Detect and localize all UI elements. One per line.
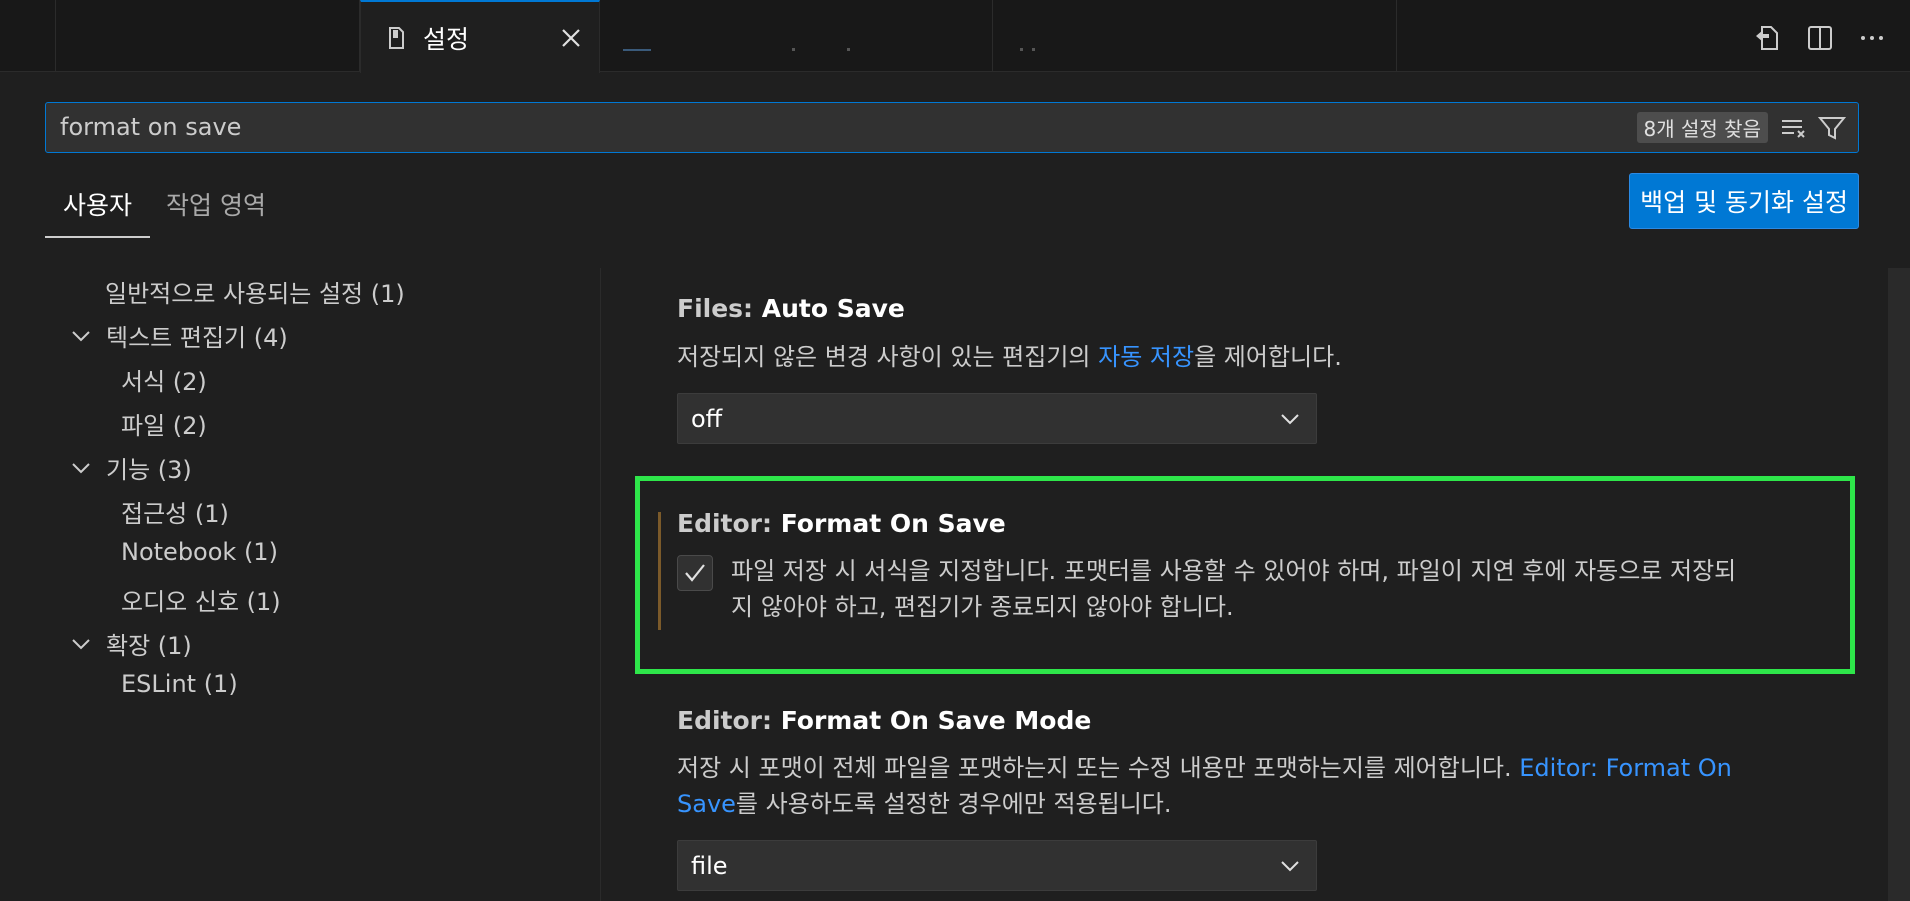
toc-item-label: 접근성 (1)	[121, 500, 229, 528]
modified-indicator	[658, 512, 661, 630]
setting-desc-text: 을 제어합니다.	[1194, 343, 1342, 371]
chevron-down-icon[interactable]	[70, 633, 92, 655]
toc-item[interactable]: 오디오 신호 (1)	[121, 582, 281, 617]
search-input[interactable]	[58, 103, 1608, 151]
toc-item[interactable]: ESLint (1)	[121, 670, 238, 698]
setting-name: Format On Save	[780, 509, 1006, 538]
setting-name: Format On Save Mode	[780, 706, 1092, 735]
toc-item[interactable]: 일반적으로 사용되는 설정 (1)	[105, 274, 405, 309]
tab-label-fragment	[1020, 48, 1023, 51]
chevron-down-icon[interactable]	[70, 325, 92, 347]
setting-title-format-on-save-mode: Editor: Format On Save Mode	[677, 706, 1091, 735]
auto-save-select[interactable]: off	[677, 393, 1317, 444]
open-file-icon[interactable]	[1752, 22, 1784, 54]
tab-slot[interactable]	[993, 0, 1397, 72]
setting-desc-format-on-save-mode: 저장 시 포맷이 전체 파일을 포맷하는지 또는 수정 내용만 포맷하는지를 제…	[677, 750, 1732, 822]
setting-title-format-on-save: Editor: Format On Save	[677, 509, 1006, 538]
toc-item[interactable]: 접근성 (1)	[121, 494, 229, 529]
toc-item[interactable]: 기능 (3)	[70, 450, 192, 485]
toc-item-label: 확장 (1)	[106, 632, 192, 660]
tab-slot	[0, 0, 56, 72]
setting-category: Editor:	[677, 509, 781, 538]
filter-icon[interactable]	[1817, 115, 1847, 141]
format-on-save-link[interactable]: Editor: Format On	[1519, 754, 1732, 782]
auto-save-link[interactable]: 자동 저장	[1098, 343, 1194, 371]
split-editor-icon[interactable]	[1804, 22, 1836, 54]
check-icon	[685, 564, 705, 582]
toc-item[interactable]: 파일 (2)	[121, 406, 207, 441]
setting-category: Editor:	[677, 706, 781, 735]
toc-item-label: 일반적으로 사용되는 설정 (1)	[105, 280, 405, 308]
editor-tab-bar: 설정	[0, 0, 1910, 73]
toc-item[interactable]: 서식 (2)	[121, 362, 207, 397]
setting-category: Files:	[677, 294, 762, 323]
more-icon[interactable]	[1856, 22, 1888, 54]
setting-title-auto-save: Files: Auto Save	[677, 294, 905, 323]
backup-sync-button[interactable]: 백업 및 동기화 설정	[1629, 173, 1859, 229]
scrollbar[interactable]	[1888, 268, 1910, 901]
tab-user[interactable]: 사용자	[45, 186, 150, 238]
file-icon	[385, 26, 407, 50]
format-on-save-mode-select[interactable]: file	[677, 840, 1317, 891]
tab-workspace[interactable]: 작업 영역	[150, 186, 282, 238]
setting-desc-text: 저장 시 포맷이 전체 파일을 포맷하는지 또는 수정 내용만 포맷하는지를 제…	[677, 754, 1520, 782]
setting-desc-format-on-save: 파일 저장 시 서식을 지정합니다. 포맷터를 사용할 수 있어야 하며, 파일…	[731, 553, 1736, 625]
tab-settings[interactable]: 설정	[360, 0, 600, 73]
toc-item-label: 오디오 신호 (1)	[121, 588, 281, 616]
toc-item-label: 기능 (3)	[106, 456, 192, 484]
toc-item-label: ESLint (1)	[121, 670, 238, 698]
toc-item-label: 파일 (2)	[121, 412, 207, 440]
setting-name: Auto Save	[761, 294, 905, 323]
editor-actions	[1752, 22, 1888, 54]
tab-label: 설정	[423, 24, 470, 54]
tab-label-fragment	[1032, 48, 1035, 51]
settings-toc: 일반적으로 사용되는 설정 (1) 텍스트 편집기 (4) 서식 (2) 파일 …	[0, 268, 601, 901]
toc-item-label: Notebook (1)	[121, 538, 278, 566]
setting-desc-line: 파일 저장 시 서식을 지정합니다. 포맷터를 사용할 수 있어야 하며, 파일…	[731, 557, 1737, 585]
clear-filter-icon[interactable]	[1780, 115, 1808, 141]
setting-desc-text: 를 사용하도록 설정한 경우에만 적용됩니다.	[735, 790, 1172, 818]
setting-desc-text: 저장되지 않은 변경 사항이 있는 편집기의	[677, 343, 1099, 371]
auto-save-value: off	[691, 404, 723, 433]
toc-item[interactable]: Notebook (1)	[121, 538, 278, 566]
toc-item[interactable]: 확장 (1)	[70, 626, 192, 661]
chevron-down-icon	[1278, 407, 1302, 431]
chevron-down-icon[interactable]	[70, 457, 92, 479]
format-on-save-checkbox[interactable]	[677, 555, 713, 591]
tab-label-fragment	[792, 48, 795, 51]
setting-desc-line: 지 않아야 하고, 편집기가 종료되지 않아야 합니다.	[731, 593, 1234, 621]
tab-label-fragment	[623, 49, 651, 51]
tab-label-fragment	[847, 48, 850, 51]
chevron-down-icon	[1278, 854, 1302, 878]
tab-slot[interactable]	[601, 0, 993, 72]
format-on-save-link[interactable]: Save	[677, 790, 736, 818]
format-on-save-mode-value: file	[691, 851, 728, 880]
search-result-count: 8개 설정 찾음	[1636, 112, 1768, 143]
setting-desc-auto-save: 저장되지 않은 변경 사항이 있는 편집기의 자동 저장을 제어합니다.	[677, 339, 1342, 375]
toc-item[interactable]: 텍스트 편집기 (4)	[70, 318, 288, 353]
close-icon[interactable]	[559, 26, 583, 50]
toc-item-label: 서식 (2)	[121, 368, 207, 396]
tab-slot	[56, 0, 360, 72]
toc-item-label: 텍스트 편집기 (4)	[106, 324, 288, 352]
settings-search-box: 8개 설정 찾음	[45, 102, 1859, 153]
